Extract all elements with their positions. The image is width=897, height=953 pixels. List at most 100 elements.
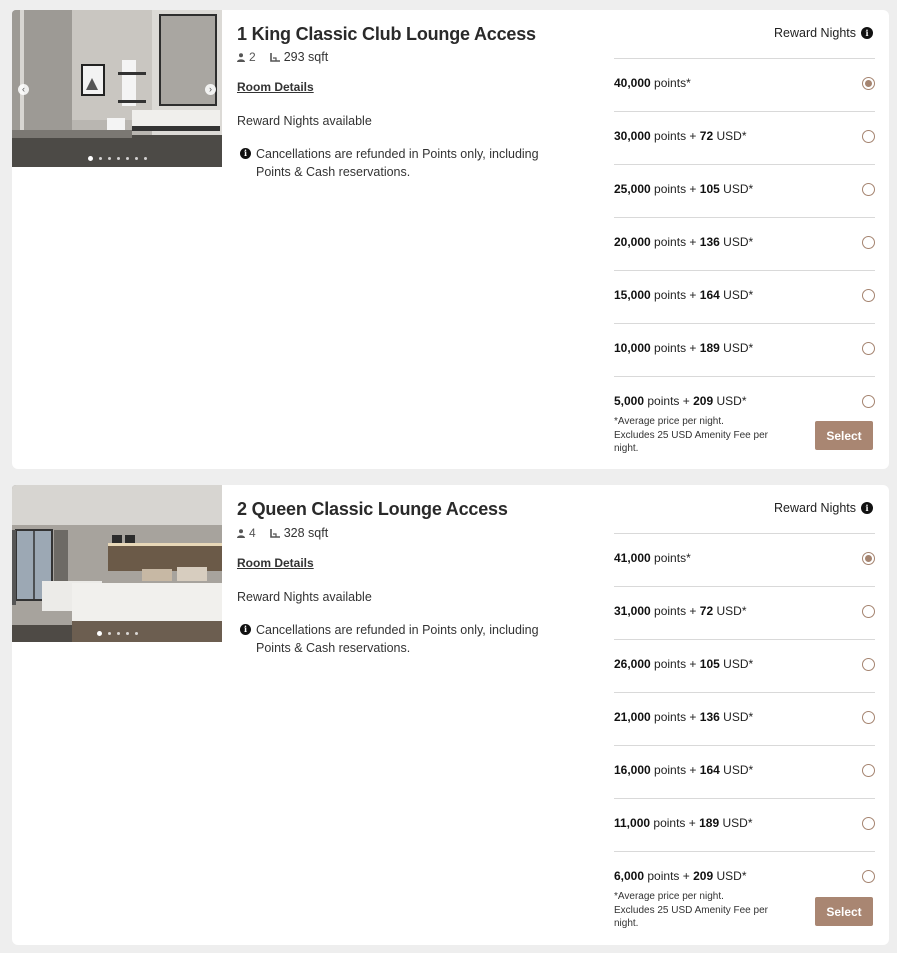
guest-icon	[237, 52, 245, 62]
carousel-dot[interactable]	[98, 157, 102, 160]
rate-radio[interactable]	[862, 77, 875, 90]
price-footnote: *Average price per night. Excludes 25 US…	[614, 415, 774, 456]
bathroom-photo	[12, 10, 222, 167]
select-button[interactable]: Select	[815, 897, 873, 926]
room-card: 2 Queen Classic Lounge Access 4 328 sqft…	[12, 485, 889, 945]
cancellation-text: Cancellations are refunded in Points onl…	[256, 623, 539, 655]
rate-option[interactable]: 10,000 points + 189 USD*	[614, 323, 875, 376]
rate-radio[interactable]	[862, 817, 875, 830]
room-card: ‹ › 1 King Classic Club Lounge Access 2 …	[12, 10, 889, 469]
reward-nights-label: Reward Nights	[774, 501, 856, 515]
rate-option[interactable]: 31,000 points + 72 USD*	[614, 586, 875, 639]
room-size-icon	[269, 528, 280, 538]
rate-radio[interactable]	[862, 395, 875, 408]
info-icon: i	[240, 148, 251, 159]
rate-option[interactable]: 20,000 points + 136 USD*	[614, 217, 875, 270]
rate-option[interactable]: 16,000 points + 164 USD*	[614, 745, 875, 798]
rate-label: 10,000 points + 189 USD*	[614, 341, 754, 355]
carousel-dot[interactable]	[116, 157, 120, 160]
info-icon[interactable]: i	[861, 502, 873, 514]
cancellation-policy: i Cancellations are refunded in Points o…	[240, 145, 576, 181]
next-photo-arrow-icon[interactable]: ›	[205, 84, 216, 95]
carousel-dots[interactable]	[12, 631, 222, 636]
footnote-line: *Average price per night.	[614, 416, 724, 427]
cancellation-text: Cancellations are refunded in Points onl…	[256, 147, 539, 179]
carousel-dot[interactable]	[143, 157, 147, 160]
rate-radio[interactable]	[862, 552, 875, 565]
reward-nights-header: Reward Nights i	[774, 26, 873, 40]
rate-radio[interactable]	[862, 183, 875, 196]
carousel-dot[interactable]	[107, 632, 111, 635]
rate-radio[interactable]	[862, 236, 875, 249]
occupancy-count: 2	[249, 50, 256, 64]
rate-options: 40,000 points* 30,000 points + 72 USD* 2…	[614, 58, 875, 429]
room-photo-carousel[interactable]	[12, 485, 222, 642]
bedroom-photo	[12, 485, 222, 642]
carousel-dot[interactable]	[125, 632, 129, 635]
availability-text: Reward Nights available	[237, 590, 372, 604]
carousel-dot[interactable]	[116, 632, 120, 635]
rate-radio[interactable]	[862, 764, 875, 777]
cancellation-policy: i Cancellations are refunded in Points o…	[240, 621, 576, 657]
guest-icon	[237, 528, 245, 538]
room-size-icon	[269, 52, 280, 62]
rate-option[interactable]: 30,000 points + 72 USD*	[614, 111, 875, 164]
carousel-dots[interactable]	[12, 156, 222, 161]
rate-option[interactable]: 26,000 points + 105 USD*	[614, 639, 875, 692]
rate-label: 11,000 points + 189 USD*	[614, 816, 753, 830]
rate-radio[interactable]	[862, 130, 875, 143]
info-icon[interactable]: i	[861, 27, 873, 39]
room-details-link[interactable]: Room Details	[237, 556, 314, 570]
room-area: 328 sqft	[283, 526, 329, 540]
carousel-dot[interactable]	[87, 156, 93, 161]
rate-option[interactable]: 21,000 points + 136 USD*	[614, 692, 875, 745]
rate-radio[interactable]	[862, 658, 875, 671]
rate-radio[interactable]	[862, 289, 875, 302]
rate-radio[interactable]	[862, 711, 875, 724]
footnote-line: Excludes 25 USD Amenity Fee per night.	[614, 429, 768, 455]
rate-options: 41,000 points* 31,000 points + 72 USD* 2…	[614, 533, 875, 904]
rate-label: 21,000 points + 136 USD*	[614, 710, 754, 724]
rate-label: 16,000 points + 164 USD*	[614, 763, 754, 777]
rate-option[interactable]: 25,000 points + 105 USD*	[614, 164, 875, 217]
rate-label: 41,000 points*	[614, 551, 691, 565]
rate-label: 40,000 points*	[614, 76, 691, 90]
rate-label: 26,000 points + 105 USD*	[614, 657, 754, 671]
room-details-link[interactable]: Room Details	[237, 80, 314, 94]
availability-text: Reward Nights available	[237, 114, 372, 128]
carousel-dot[interactable]	[134, 632, 138, 635]
rate-label: 31,000 points + 72 USD*	[614, 604, 747, 618]
room-title: 1 King Classic Club Lounge Access	[237, 24, 536, 44]
room-meta: 4 328 sqft	[237, 526, 328, 540]
rate-radio[interactable]	[862, 342, 875, 355]
rate-radio[interactable]	[862, 870, 875, 883]
rate-option[interactable]: 40,000 points*	[614, 58, 875, 111]
rate-label: 25,000 points + 105 USD*	[614, 182, 754, 196]
room-meta: 2 293 sqft	[237, 50, 328, 64]
rate-label: 15,000 points + 164 USD*	[614, 288, 754, 302]
price-footnote: *Average price per night. Excludes 25 US…	[614, 890, 774, 931]
reward-nights-header: Reward Nights i	[774, 501, 873, 515]
rate-option[interactable]: 15,000 points + 164 USD*	[614, 270, 875, 323]
rate-label: 20,000 points + 136 USD*	[614, 235, 754, 249]
carousel-dot[interactable]	[107, 157, 111, 160]
carousel-dot[interactable]	[96, 631, 102, 636]
occupancy-count: 4	[249, 526, 256, 540]
rate-label: 5,000 points + 209 USD*	[614, 394, 747, 408]
rate-label: 6,000 points + 209 USD*	[614, 869, 747, 883]
room-title: 2 Queen Classic Lounge Access	[237, 499, 508, 519]
carousel-dot[interactable]	[134, 157, 138, 160]
footnote-line: Excludes 25 USD Amenity Fee per night.	[614, 904, 768, 930]
footnote-line: *Average price per night.	[614, 891, 724, 902]
rate-option[interactable]: 11,000 points + 189 USD*	[614, 798, 875, 851]
reward-nights-label: Reward Nights	[774, 26, 856, 40]
info-icon: i	[240, 624, 251, 635]
room-area: 293 sqft	[283, 50, 329, 64]
select-button[interactable]: Select	[815, 421, 873, 450]
carousel-dot[interactable]	[125, 157, 129, 160]
rate-label: 30,000 points + 72 USD*	[614, 129, 747, 143]
rate-radio[interactable]	[862, 605, 875, 618]
previous-photo-arrow-icon[interactable]: ‹	[18, 84, 29, 95]
room-photo-carousel[interactable]: ‹ ›	[12, 10, 222, 167]
rate-option[interactable]: 41,000 points*	[614, 533, 875, 586]
